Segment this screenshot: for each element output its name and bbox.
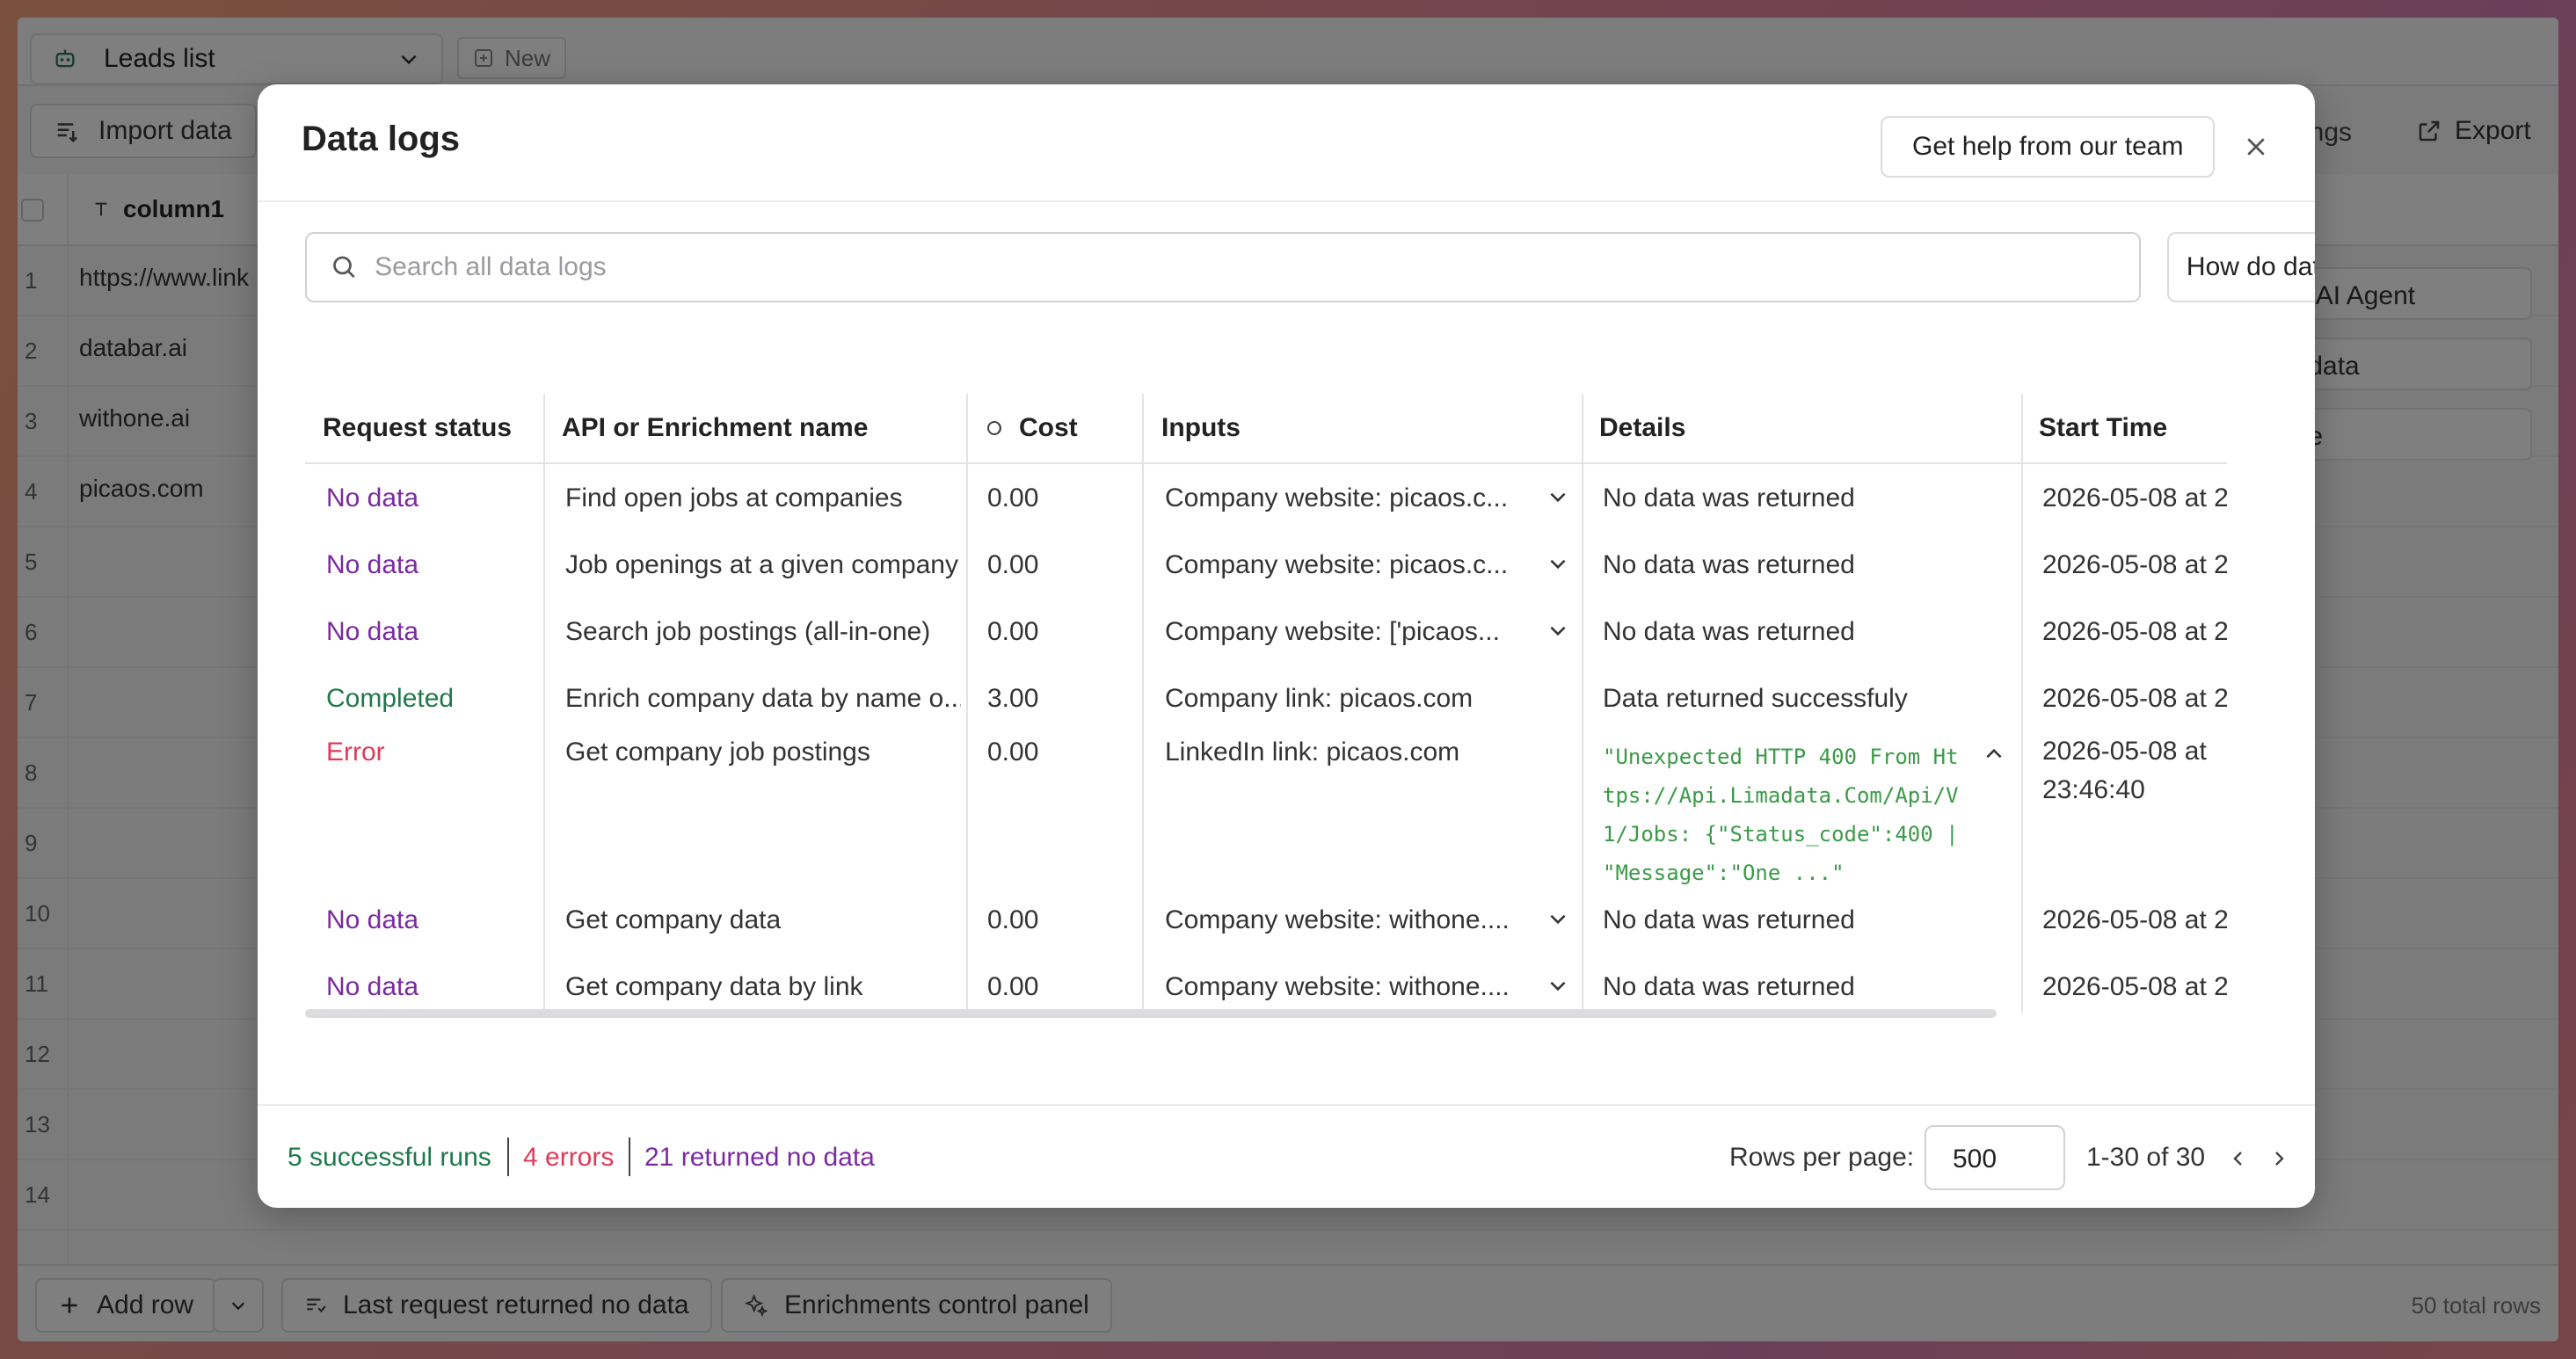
successful-runs-count: 5 successful runs xyxy=(287,1143,491,1172)
enrichment-name: Get company job postings xyxy=(565,738,870,767)
inputs-value: Company link: picaos.com xyxy=(1165,684,1474,713)
column-divider xyxy=(543,394,545,1013)
header-divider xyxy=(305,462,2227,464)
inputs-value: Company website: picaos.c... xyxy=(1165,483,1509,512)
enrichment-name: Enrich company data by name o... xyxy=(565,684,961,713)
expand-inputs-chevron-down-icon[interactable] xyxy=(1546,974,1569,997)
search-icon xyxy=(333,256,355,279)
column-divider xyxy=(2021,394,2023,1013)
details-value: No data was returned xyxy=(1603,905,1855,934)
footer-divider xyxy=(629,1137,630,1176)
start-time: 2026-05-08 at 23:46:40 xyxy=(2042,732,2227,810)
request-status: Error xyxy=(326,738,385,767)
chevron-right-icon xyxy=(2275,1152,2284,1166)
enrichment-name: Job openings at a given company xyxy=(565,550,958,579)
expand-inputs-chevron-down-icon[interactable] xyxy=(1546,907,1569,930)
cost-value: 0.00 xyxy=(987,617,1039,646)
logs-table: Request status API or Enrichment name Co… xyxy=(305,394,2227,1030)
pagination-range: 1-30 of 30 xyxy=(2086,1143,2206,1172)
enrichment-name: Find open jobs at companies xyxy=(565,483,903,512)
no-data-count: 21 returned no data xyxy=(644,1143,875,1172)
col-header-status[interactable]: Request status xyxy=(323,394,551,464)
enrichment-name: Get company data by link xyxy=(565,972,863,1001)
cost-value: 0.00 xyxy=(987,972,1039,1001)
start-time: 2026-05-08 at 23:4 xyxy=(2042,550,2227,579)
inputs-value: Company website: ['picaos... xyxy=(1165,617,1500,646)
col-header-details[interactable]: Details xyxy=(1599,394,2021,464)
inputs-value: Company website: picaos.c... xyxy=(1165,550,1509,579)
details-value: No data was returned xyxy=(1603,617,1855,646)
expand-inputs-chevron-down-icon[interactable] xyxy=(1546,552,1569,575)
rows-per-page-input[interactable]: 500 xyxy=(1925,1125,2065,1190)
modal-title: Data logs xyxy=(302,120,461,158)
col-header-name[interactable]: API or Enrichment name xyxy=(562,394,966,464)
search-input[interactable] xyxy=(375,252,2116,282)
col-header-cost[interactable]: Cost xyxy=(986,394,1144,464)
column-divider xyxy=(1582,394,1583,1013)
col-header-start-time[interactable]: Start Time xyxy=(2039,394,2227,464)
collapse-details-chevron-up-icon[interactable] xyxy=(1983,743,2005,766)
rows-per-page-label: Rows per page: xyxy=(1729,1143,1915,1172)
cost-value: 0.00 xyxy=(987,483,1039,512)
request-status: No data xyxy=(326,550,419,579)
inputs-value: LinkedIn link: picaos.com xyxy=(1165,738,1460,767)
details-value: No data was returned xyxy=(1603,483,1855,512)
inputs-value: Company website: withone.... xyxy=(1165,905,1510,934)
cost-value: 3.00 xyxy=(987,684,1039,713)
start-time-date: 2026-05-08 at xyxy=(2042,737,2207,766)
how-logs-work-button[interactable]: How do data logs work? xyxy=(2167,232,2315,302)
error-details: "Unexpected HTTP 400 From Ht tps://Api.L… xyxy=(1603,745,1959,885)
details-value: No data was returned xyxy=(1603,550,1855,579)
col-header-cost-label: Cost xyxy=(1019,413,1078,442)
horizontal-scrollbar[interactable] xyxy=(305,1009,1997,1018)
expand-inputs-chevron-down-icon[interactable] xyxy=(1546,619,1569,642)
start-time: 2026-05-08 at 23:4 xyxy=(2042,483,2227,512)
request-status: No data xyxy=(326,483,419,512)
start-time: 2026-05-08 at 23:4 xyxy=(2042,905,2227,934)
expand-inputs-chevron-down-icon[interactable] xyxy=(1546,485,1569,508)
details-value: Data returned successfuly xyxy=(1603,684,1908,713)
enrichment-name: Get company data xyxy=(565,905,782,934)
request-status: No data xyxy=(326,905,419,934)
request-status: No data xyxy=(326,617,419,646)
column-divider xyxy=(1142,394,1144,1013)
close-icon xyxy=(2247,138,2265,156)
close-button[interactable] xyxy=(2234,125,2278,169)
footer-divider xyxy=(507,1137,509,1176)
start-time: 2026-05-08 at 23:4 xyxy=(2042,617,2227,646)
modal-header: Data logs Get help from our team xyxy=(258,84,2315,202)
get-help-button[interactable]: Get help from our team xyxy=(1881,116,2216,178)
data-logs-modal: Data logs Get help from our team How do … xyxy=(258,84,2315,1208)
cost-value: 0.00 xyxy=(987,550,1039,579)
inputs-value: Company website: withone.... xyxy=(1165,972,1510,1001)
search-box xyxy=(305,232,2141,302)
previous-page-button[interactable] xyxy=(2223,1141,2253,1176)
errors-count: 4 errors xyxy=(523,1143,615,1172)
col-header-inputs[interactable]: Inputs xyxy=(1161,394,1583,464)
cost-value: 0.00 xyxy=(987,738,1039,767)
cost-value: 0.00 xyxy=(987,905,1039,934)
start-time: 2026-05-08 at 23:4 xyxy=(2042,684,2227,713)
next-page-button[interactable] xyxy=(2264,1141,2294,1176)
modal-footer: 5 successful runs 4 errors 21 returned n… xyxy=(258,1104,2315,1208)
coin-icon xyxy=(987,421,1001,435)
request-status: No data xyxy=(326,972,419,1001)
details-value: No data was returned xyxy=(1603,972,1855,1001)
enrichment-name: Search job postings (all-in-one) xyxy=(565,617,931,646)
start-time: 2026-05-08 at 23:4 xyxy=(2042,972,2227,1001)
chevron-left-icon xyxy=(2233,1152,2242,1166)
request-status: Completed xyxy=(326,684,455,713)
start-time-clock: 23:46:40 xyxy=(2042,775,2145,804)
column-divider xyxy=(966,394,968,1013)
